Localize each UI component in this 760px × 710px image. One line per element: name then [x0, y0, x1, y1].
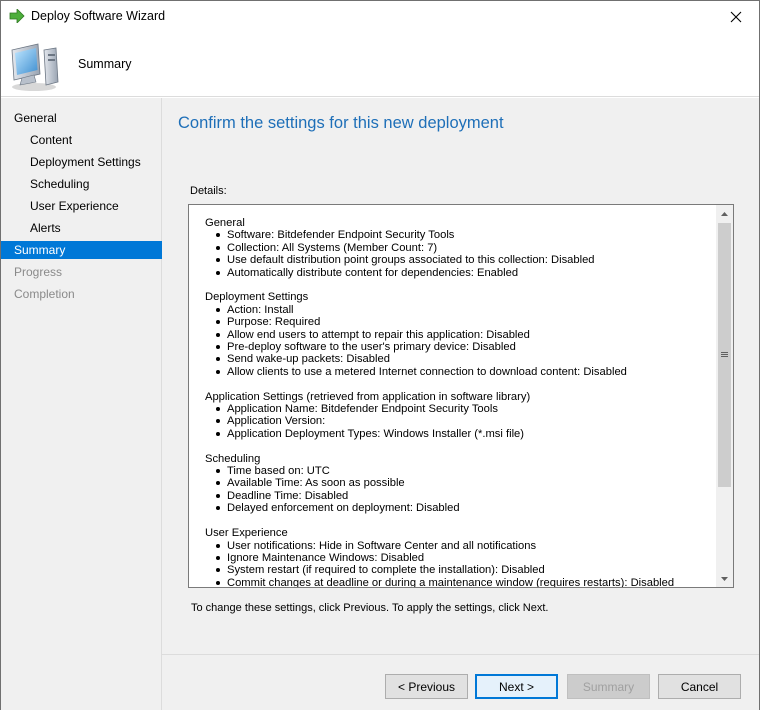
nav-item-deployment-settings[interactable]: Deployment Settings — [1, 153, 162, 171]
grip-line — [721, 356, 728, 357]
scroll-up-icon — [721, 211, 728, 216]
close-icon — [730, 11, 742, 22]
scroll-down-button[interactable] — [716, 570, 733, 587]
nav-item-user-experience[interactable]: User Experience — [1, 197, 162, 215]
nav-item-summary[interactable]: Summary — [1, 241, 162, 259]
details-section: Deployment Settings Action: Install Purpos… — [205, 291, 715, 378]
summary-button: Summary — [567, 674, 650, 699]
details-section-title: User Experience — [205, 527, 288, 540]
details-label: Details: — [190, 185, 227, 197]
details-list-item: Collection: All Systems (Member Count: 7… — [215, 242, 715, 254]
details-list-item: Application Version: — [215, 415, 715, 427]
nav-item-general[interactable]: General — [1, 109, 162, 127]
details-list-item: Application Name: Bitdefender Endpoint S… — [215, 403, 715, 415]
details-list-item: User notifications: Hide in Software Cen… — [215, 540, 715, 552]
details-list-item: Allow end users to attempt to repair thi… — [215, 329, 715, 341]
scroll-thumb[interactable] — [718, 223, 731, 487]
details-section-title: Deployment Settings — [205, 291, 309, 304]
details-section-title: General — [205, 217, 245, 229]
details-list-item: Ignore Maintenance Windows: Disabled — [215, 552, 715, 564]
details-list-item: Send wake-up packets: Disabled — [215, 353, 715, 365]
nav-item-content[interactable]: Content — [1, 131, 162, 149]
details-list: Time based on: UTC Available Time: As soo… — [205, 465, 715, 515]
wizard-header: Summary — [1, 32, 759, 97]
details-list: Software: Bitdefender Endpoint Security … — [205, 229, 715, 279]
button-bar: < Previous Next > Summary Cancel — [162, 654, 759, 710]
scroll-down-icon — [721, 576, 728, 581]
details-list: Action: Install Purpose: Required Allow en… — [205, 304, 715, 378]
details-list: User notifications: Hide in Software Cen… — [205, 540, 715, 587]
green-arrow-icon — [9, 8, 25, 24]
footer-note: To change these settings, click Previous… — [191, 602, 549, 614]
page-heading: Confirm the settings for this new deploy… — [178, 114, 504, 132]
nav-item-progress: Progress — [14, 265, 63, 279]
wizard-window: Deploy Software Wizard Summary General C… — [0, 0, 760, 710]
details-list-item: Commit changes at deadline or during a m… — [215, 577, 715, 587]
cancel-button[interactable]: Cancel — [658, 674, 741, 699]
nav-item-scheduling[interactable]: Scheduling — [1, 175, 162, 193]
nav-item-completion: Completion — [14, 287, 75, 301]
title-bar: Deploy Software Wizard — [1, 1, 759, 32]
previous-button[interactable]: < Previous — [385, 674, 468, 699]
grip-line — [721, 354, 728, 355]
details-content: General Software: Bitdefender Endpoint Se… — [205, 217, 715, 587]
details-section-title: Application Settings (retrieved from app… — [205, 390, 531, 403]
nav-item-alerts[interactable]: Alerts — [1, 219, 162, 237]
details-textbox[interactable]: General Software: Bitdefender Endpoint Se… — [188, 204, 734, 588]
details-section: Scheduling Time based on: UTC Available Ti… — [205, 453, 715, 515]
details-list-item: System restart (if required to complete … — [215, 564, 715, 576]
details-list-item: Software: Bitdefender Endpoint Security … — [215, 229, 715, 241]
details-list-item: Purpose: Required — [215, 316, 715, 328]
grip-line — [721, 352, 728, 353]
computer-icon — [8, 40, 64, 92]
scroll-up-button[interactable] — [716, 205, 733, 222]
details-list-item: Allow clients to use a metered Internet … — [215, 366, 715, 378]
details-section: User Experience User notifications: Hide … — [205, 527, 715, 587]
details-section: General Software: Bitdefender Endpoint Se… — [205, 217, 715, 279]
details-list-item: Application Deployment Types: Windows In… — [215, 428, 715, 440]
details-section: Application Settings (retrieved from app… — [205, 391, 715, 441]
details-list-item: Time based on: UTC — [215, 465, 715, 477]
details-list-item: Action: Install — [215, 304, 715, 316]
wizard-nav: General Content Deployment Settings Sche… — [1, 98, 162, 710]
details-list-item: Automatically distribute content for dep… — [215, 267, 715, 279]
next-button[interactable]: Next > — [475, 674, 558, 699]
window-title: Deploy Software Wizard — [31, 9, 166, 23]
details-section-title: Scheduling — [205, 452, 261, 465]
details-list-item: Pre-deploy software to the user's primar… — [215, 341, 715, 353]
details-list-item: Available Time: As soon as possible — [215, 477, 715, 489]
details-list: Application Name: Bitdefender Endpoint S… — [205, 403, 715, 440]
details-list-item: Delayed enforcement on deployment: Disab… — [215, 502, 715, 514]
main-panel: Confirm the settings for this new deploy… — [162, 98, 759, 654]
details-list-item: Deadline Time: Disabled — [215, 490, 715, 502]
vertical-scrollbar[interactable] — [716, 205, 733, 587]
close-button[interactable] — [713, 1, 759, 32]
step-title: Summary — [78, 57, 132, 71]
details-list-item: Use default distribution point groups as… — [215, 254, 715, 266]
